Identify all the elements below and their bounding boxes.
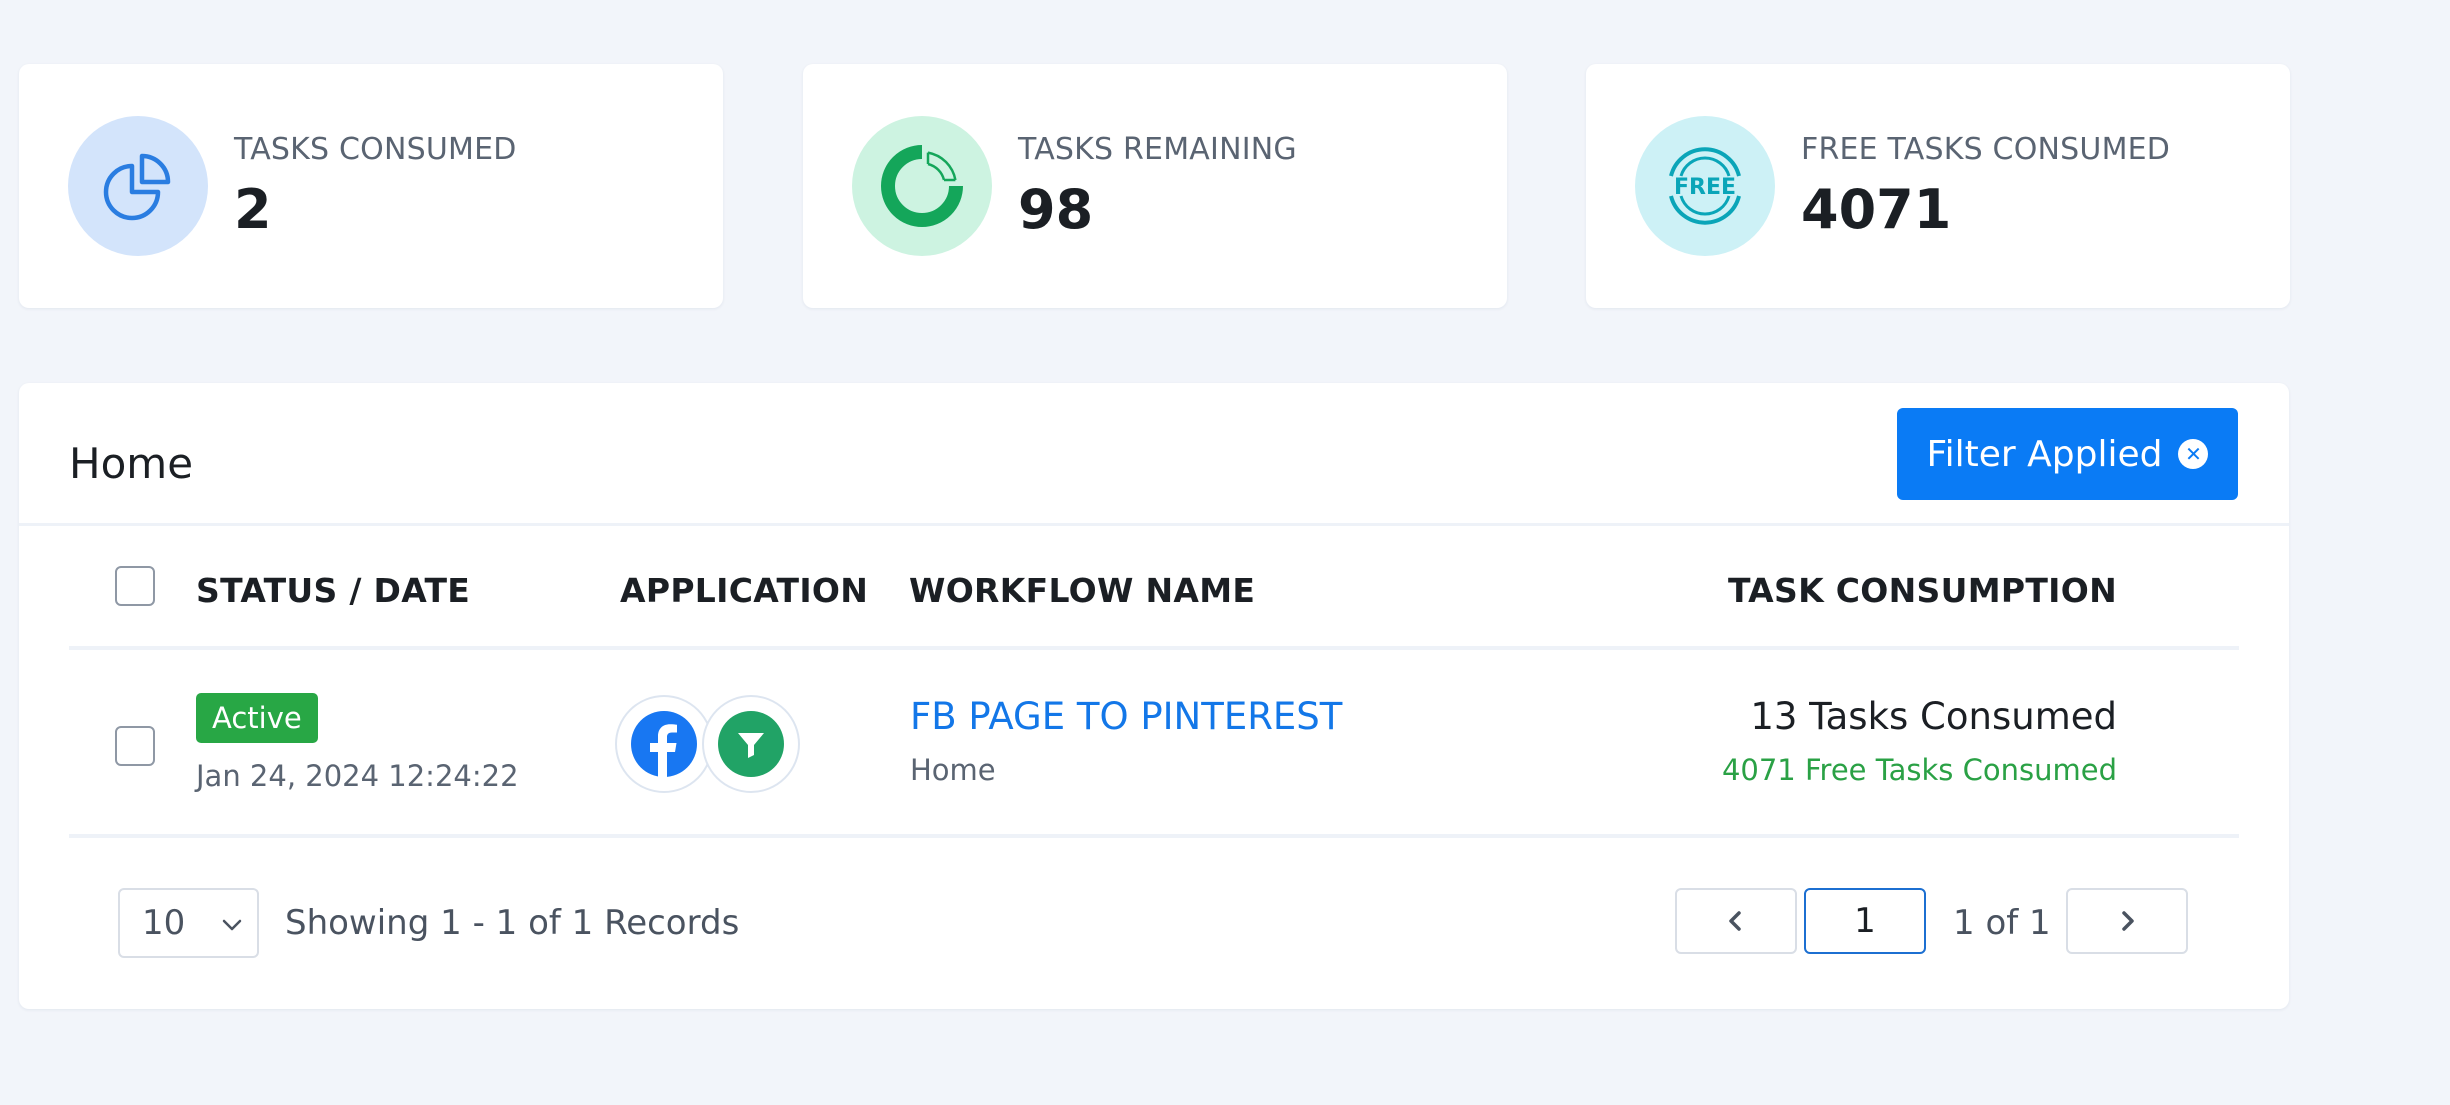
filter-button-label: Filter Applied <box>1926 433 2163 475</box>
workflow-folder: Home <box>910 753 996 787</box>
column-header-workflow-name[interactable]: WORKFLOW NAME <box>909 571 1255 610</box>
donut-chart-icon <box>852 116 992 256</box>
next-page-button[interactable] <box>2066 888 2188 954</box>
stat-value: 98 <box>1018 178 1094 241</box>
column-header-application[interactable]: APPLICATION <box>620 571 868 610</box>
stat-value: 4071 <box>1801 178 1952 241</box>
page-size-value: 10 <box>142 903 186 943</box>
page: TASKS CONSUMED 2 TASKS REMAINING 98 FREE… <box>0 0 2450 1105</box>
pie-chart-icon <box>68 116 208 256</box>
stat-label: TASKS CONSUMED <box>234 132 517 167</box>
stat-card-tasks-consumed: TASKS CONSUMED 2 <box>19 64 723 308</box>
workflow-history-panel: Home Filter Applied ✕ STATUS / DATE APPL… <box>19 383 2289 1009</box>
row-date: Jan 24, 2024 12:24:22 <box>196 759 519 793</box>
free-badge-text: FREE <box>1674 175 1736 200</box>
workflow-name-link[interactable]: FB PAGE TO PINTEREST <box>910 695 1342 738</box>
filter-applied-button[interactable]: Filter Applied ✕ <box>1897 408 2238 500</box>
header-divider <box>69 646 2239 650</box>
panel-header: Home Filter Applied ✕ <box>19 383 2289 526</box>
stat-card-free-tasks-consumed: FREE FREE TASKS CONSUMED 4071 <box>1586 64 2290 308</box>
stat-label: TASKS REMAINING <box>1018 132 1297 167</box>
status-badge: Active <box>196 693 318 743</box>
column-header-task-consumption[interactable]: TASK CONSUMPTION <box>1728 571 2117 610</box>
select-all-checkbox[interactable] <box>115 566 155 606</box>
tasks-consumed-text: 13 Tasks Consumed <box>1750 695 2117 738</box>
page-size-select[interactable]: 10 <box>118 888 259 958</box>
clear-filter-icon[interactable]: ✕ <box>2178 439 2209 469</box>
row-divider <box>69 834 2239 838</box>
free-badge-icon: FREE <box>1635 116 1775 256</box>
stat-card-tasks-remaining: TASKS REMAINING 98 <box>803 64 1507 308</box>
chevron-right-icon <box>2122 911 2134 931</box>
chevron-left-icon <box>1729 911 1741 931</box>
free-tasks-consumed-text: 4071 Free Tasks Consumed <box>1721 753 2117 787</box>
panel-title: Home <box>69 439 194 488</box>
previous-page-button[interactable] <box>1675 888 1797 954</box>
row-checkbox[interactable] <box>115 726 155 766</box>
filter-icon <box>702 695 800 793</box>
facebook-icon <box>615 695 713 793</box>
page-count: 1 of 1 <box>1953 903 2051 943</box>
stat-label: FREE TASKS CONSUMED <box>1801 132 2171 167</box>
chevron-down-icon <box>222 919 242 931</box>
records-summary: Showing 1 - 1 of 1 Records <box>285 903 740 943</box>
column-header-status-date[interactable]: STATUS / DATE <box>196 571 470 610</box>
current-page-input[interactable] <box>1804 888 1926 954</box>
stat-value: 2 <box>234 178 272 241</box>
